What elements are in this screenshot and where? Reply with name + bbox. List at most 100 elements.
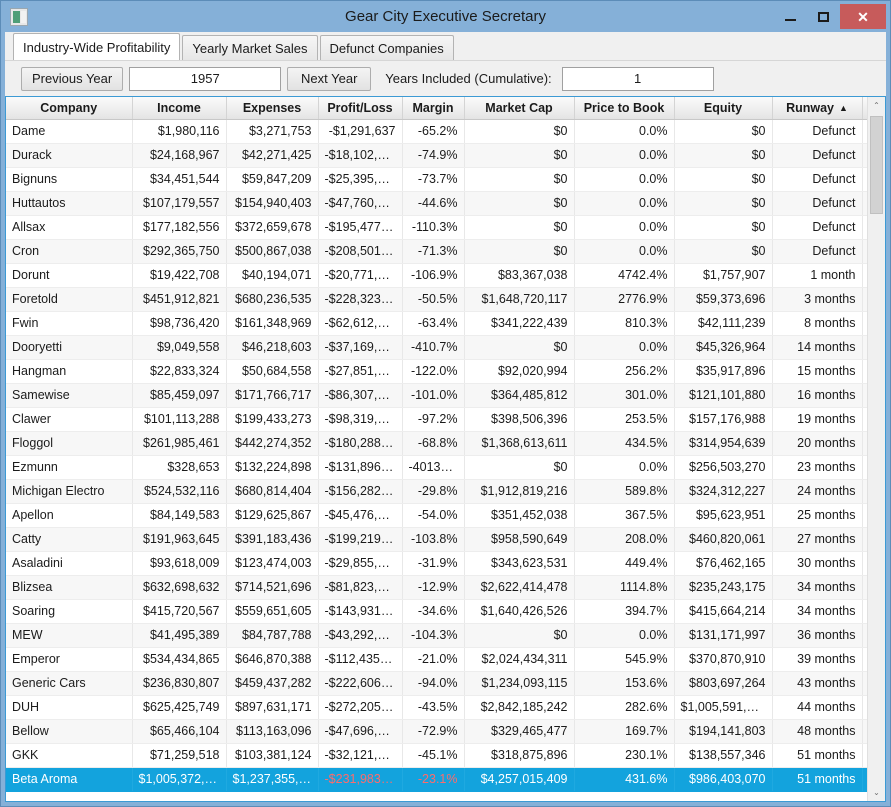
table-row[interactable]: Foretold $451,912,821 $680,236,535 -$228,32… bbox=[6, 287, 885, 312]
scroll-down-button[interactable]: ⌄ bbox=[868, 784, 885, 801]
tab-yearly-market-sales[interactable]: Yearly Market Sales bbox=[182, 35, 318, 60]
cell-margin: -31.9% bbox=[402, 551, 465, 576]
column-header-income[interactable]: Income bbox=[132, 97, 227, 120]
table-row[interactable]: Asaladini $93,618,009 $123,474,003 -$29,855… bbox=[6, 551, 885, 576]
cell-income: $107,179,557 bbox=[132, 191, 227, 216]
table-body: Dame $1,980,116 $3,271,753 -$1,291,637 -65.2… bbox=[6, 119, 885, 792]
column-header-company[interactable]: Company bbox=[6, 97, 133, 120]
table-row[interactable]: GKK $71,259,518 $103,381,124 -$32,121,606 -4… bbox=[6, 743, 885, 768]
tab-defunct-companies[interactable]: Defunct Companies bbox=[319, 35, 454, 60]
cell-profit-loss: -$98,319,985 bbox=[318, 407, 403, 432]
table-row[interactable]: Cron $292,365,750 $500,867,038 -$208,501,28… bbox=[6, 239, 885, 264]
cell-price-to-book: 0.0% bbox=[574, 335, 675, 360]
table-row[interactable]: Dame $1,980,116 $3,271,753 -$1,291,637 -65.2… bbox=[6, 119, 885, 144]
cell-expenses: $129,625,867 bbox=[226, 503, 319, 528]
cell-expenses: $3,271,753 bbox=[226, 119, 319, 144]
cell-market-cap: $351,452,038 bbox=[464, 503, 575, 528]
table-row[interactable]: Catty $191,963,645 $391,183,436 -$199,219,7… bbox=[6, 527, 885, 552]
cell-margin: -63.4% bbox=[402, 311, 465, 336]
year-display[interactable]: 1957 bbox=[129, 66, 282, 91]
table-row[interactable]: Ezmunn $328,653 $132,224,898 -$131,896,245-… bbox=[6, 455, 885, 480]
cell-profit-loss: -$208,501,288 bbox=[318, 239, 403, 264]
table-row[interactable]: Floggol $261,985,461 $442,274,352 -$180,288… bbox=[6, 431, 885, 456]
column-header-expenses[interactable]: Expenses bbox=[226, 97, 319, 120]
cell-equity: $35,917,896 bbox=[674, 359, 773, 384]
tab-industry-wide-profitability[interactable]: Industry-Wide Profitability bbox=[13, 33, 181, 60]
table-row[interactable]: Beta Aroma $1,005,372,243 $1,237,355,677 -$… bbox=[6, 767, 885, 792]
next-year-button[interactable]: Next Year bbox=[287, 66, 372, 91]
cell-company: Bignuns bbox=[6, 167, 133, 192]
scrollbar-track[interactable] bbox=[868, 114, 885, 784]
cell-income: $98,736,420 bbox=[132, 311, 227, 336]
cell-company: Catty bbox=[6, 527, 133, 552]
cell-market-cap: $0 bbox=[464, 143, 575, 168]
cell-equity: $0 bbox=[674, 239, 773, 264]
table-row[interactable]: Dorunt $19,422,708 $40,194,071 -$20,771,363… bbox=[6, 263, 885, 288]
cell-profit-loss: -$112,435,523 bbox=[318, 647, 403, 672]
cell-price-to-book: 282.6% bbox=[574, 695, 675, 720]
cell-income: $177,182,556 bbox=[132, 215, 227, 240]
cell-price-to-book: 230.1% bbox=[574, 743, 675, 768]
cell-equity: $460,820,061 bbox=[674, 527, 773, 552]
cell-expenses: $1,237,355,677 bbox=[226, 767, 319, 792]
table-row[interactable]: Bellow $65,466,104 $113,163,096 -$47,696,99… bbox=[6, 719, 885, 744]
table-row[interactable]: Allsax $177,182,556 $372,659,678 -$195,477,… bbox=[6, 215, 885, 240]
column-header-price-to-book[interactable]: Price to Book bbox=[574, 97, 675, 120]
table-row[interactable]: Generic Cars $236,830,807 $459,437,282 -$22… bbox=[6, 671, 885, 696]
cell-expenses: $59,847,209 bbox=[226, 167, 319, 192]
table-row[interactable]: Michigan Electro $524,532,116 $680,814,404… bbox=[6, 479, 885, 504]
minimize-icon bbox=[785, 18, 796, 21]
table-row[interactable]: Huttautos $107,179,557 $154,940,403 -$47,76… bbox=[6, 191, 885, 216]
table-row[interactable]: Durack $24,168,967 $42,271,425 -$18,102,458… bbox=[6, 143, 885, 168]
close-button[interactable]: ✕ bbox=[840, 4, 886, 29]
cell-market-cap: $2,842,185,242 bbox=[464, 695, 575, 720]
table-row[interactable]: Blizsea $632,698,632 $714,521,696 -$81,823,… bbox=[6, 575, 885, 600]
column-header-margin[interactable]: Margin bbox=[402, 97, 465, 120]
cell-profit-loss: -$131,896,245 bbox=[318, 455, 403, 480]
table-row[interactable]: Bignuns $34,451,544 $59,847,209 -$25,395,66… bbox=[6, 167, 885, 192]
table-row[interactable]: Samewise $85,459,097 $171,766,717 -$86,307,… bbox=[6, 383, 885, 408]
cell-market-cap: $341,222,439 bbox=[464, 311, 575, 336]
previous-year-button[interactable]: Previous Year bbox=[21, 66, 124, 91]
table-row[interactable]: Emperor $534,434,865 $646,870,388 -$112,435… bbox=[6, 647, 885, 672]
cell-company: Beta Aroma bbox=[6, 767, 133, 792]
cell-runway: 23 months bbox=[772, 455, 863, 480]
vertical-scrollbar[interactable]: ⌃ ⌄ bbox=[867, 97, 885, 801]
years-included-input[interactable]: 1 bbox=[561, 66, 714, 91]
cell-price-to-book: 1114.8% bbox=[574, 575, 675, 600]
cell-company: Asaladini bbox=[6, 551, 133, 576]
toolbar: Previous Year 1957 Next Year Years Inclu… bbox=[5, 60, 886, 96]
table-row[interactable]: Fwin $98,736,420 $161,348,969 -$62,612,549-… bbox=[6, 311, 885, 336]
cell-margin: -106.9% bbox=[402, 263, 465, 288]
cell-income: $625,425,749 bbox=[132, 695, 227, 720]
table-row[interactable]: Hangman $22,833,324 $50,684,558 -$27,851,23… bbox=[6, 359, 885, 384]
cell-margin: -40132.... bbox=[402, 455, 465, 480]
column-header-equity[interactable]: Equity bbox=[674, 97, 773, 120]
column-header-market-cap[interactable]: Market Cap bbox=[464, 97, 575, 120]
cell-runway: 43 months bbox=[772, 671, 863, 696]
column-header-runway[interactable]: Runway ▲ bbox=[772, 97, 863, 120]
cell-margin: -101.0% bbox=[402, 383, 465, 408]
cell-profit-loss: -$27,851,234 bbox=[318, 359, 403, 384]
table-row[interactable]: DUH $625,425,749 $897,631,171 -$272,205,422… bbox=[6, 695, 885, 720]
table-row[interactable]: Apellon $84,149,583 $129,625,867 -$45,476,2… bbox=[6, 503, 885, 528]
cell-expenses: $646,870,388 bbox=[226, 647, 319, 672]
table-row[interactable]: MEW $41,495,389 $84,787,788 -$43,292,399 -10… bbox=[6, 623, 885, 648]
maximize-button[interactable] bbox=[807, 5, 840, 29]
cell-income: $236,830,807 bbox=[132, 671, 227, 696]
column-header-profit-loss[interactable]: Profit/Loss bbox=[318, 97, 403, 120]
cell-price-to-book: 367.5% bbox=[574, 503, 675, 528]
scroll-up-button[interactable]: ⌃ bbox=[868, 97, 885, 114]
cell-income: $65,466,104 bbox=[132, 719, 227, 744]
cell-company: DUH bbox=[6, 695, 133, 720]
cell-runway: 20 months bbox=[772, 431, 863, 456]
table-row[interactable]: Clawer $101,113,288 $199,433,273 -$98,319,9… bbox=[6, 407, 885, 432]
scrollbar-thumb[interactable] bbox=[870, 116, 883, 214]
cell-market-cap: $0 bbox=[464, 623, 575, 648]
cell-runway: 48 months bbox=[772, 719, 863, 744]
table-row[interactable]: Soaring $415,720,567 $559,651,605 -$143,931… bbox=[6, 599, 885, 624]
minimize-button[interactable] bbox=[774, 5, 807, 29]
cell-margin: -73.7% bbox=[402, 167, 465, 192]
cell-margin: -12.9% bbox=[402, 575, 465, 600]
table-row[interactable]: Dooryetti $9,049,558 $46,218,603 -$37,169,0… bbox=[6, 335, 885, 360]
